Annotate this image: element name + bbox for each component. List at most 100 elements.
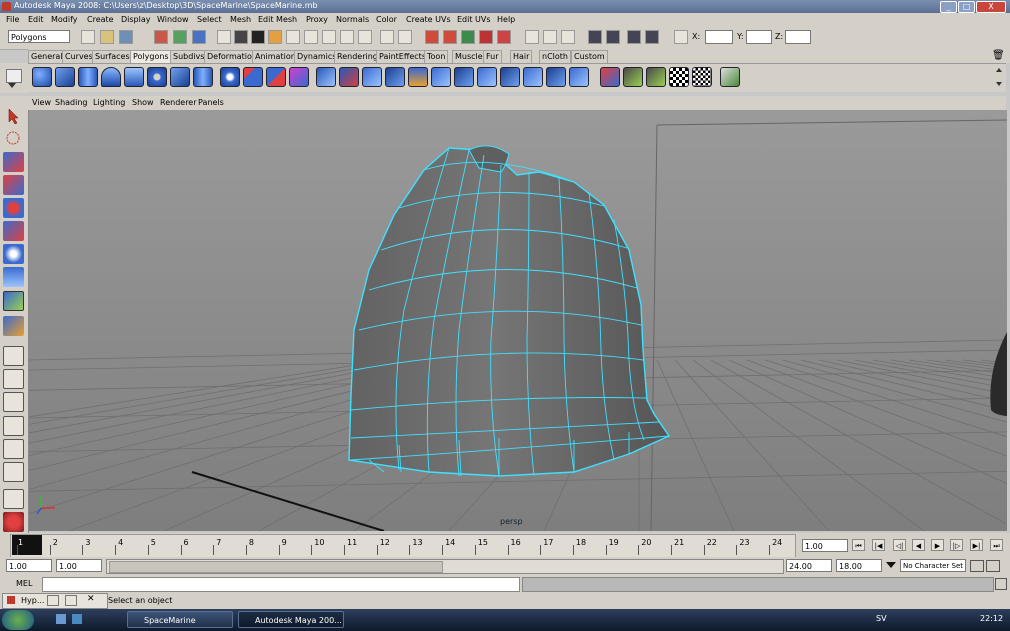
select-hierarchy-icon[interactable] bbox=[154, 30, 168, 44]
system-tray-icons[interactable] bbox=[896, 614, 966, 626]
current-frame-field[interactable]: 1.00 bbox=[802, 539, 848, 552]
channel-box-icon[interactable] bbox=[976, 30, 990, 44]
smooth-icon[interactable] bbox=[289, 67, 309, 87]
panel-menu-show[interactable]: Show bbox=[132, 98, 154, 107]
tab-dynamics[interactable]: Dynamics bbox=[294, 50, 340, 64]
extrude-icon[interactable] bbox=[316, 67, 336, 87]
menu-file[interactable]: File bbox=[6, 15, 19, 24]
playback-end-field[interactable]: 24.00 bbox=[786, 559, 832, 572]
shelf-scroll-down-icon[interactable] bbox=[996, 82, 1002, 86]
append-polygon-icon[interactable] bbox=[362, 67, 382, 87]
bevel-icon[interactable] bbox=[454, 67, 474, 87]
minimize-button[interactable]: _ bbox=[940, 1, 957, 13]
tab-custom[interactable]: Custom bbox=[571, 50, 608, 64]
automatic-mapping-icon[interactable] bbox=[692, 67, 712, 87]
render-icon[interactable] bbox=[398, 30, 412, 44]
cylindrical-mapping-icon[interactable] bbox=[646, 67, 666, 87]
animation-end-field[interactable]: 18.00 bbox=[836, 559, 882, 572]
question-icon[interactable] bbox=[358, 30, 372, 44]
panel-menu-renderer[interactable]: Renderer bbox=[160, 98, 197, 107]
render-globals-icon[interactable] bbox=[645, 30, 659, 44]
mirror-geometry-icon[interactable] bbox=[569, 67, 589, 87]
x-field[interactable] bbox=[705, 30, 733, 44]
tab-animation[interactable]: Animation bbox=[252, 50, 299, 64]
step-forward-frame-icon[interactable]: |▷ bbox=[950, 539, 963, 551]
shelf-menu-control[interactable] bbox=[0, 63, 28, 93]
restore-icon[interactable] bbox=[47, 595, 59, 606]
hypershade-persp-layout-icon[interactable] bbox=[3, 439, 24, 459]
tab-rendering[interactable]: Rendering bbox=[334, 50, 381, 64]
last-tool-icon[interactable] bbox=[3, 316, 24, 336]
poly-plane-icon[interactable] bbox=[124, 67, 144, 87]
render-current-frame-icon[interactable] bbox=[588, 30, 602, 44]
script-editor-icon[interactable] bbox=[995, 578, 1007, 590]
menu-proxy[interactable]: Proxy bbox=[306, 15, 328, 24]
insert-edge-loop-icon[interactable] bbox=[408, 67, 428, 87]
save-scene-icon[interactable] bbox=[119, 30, 133, 44]
close-button[interactable]: X bbox=[976, 1, 1006, 13]
hypershade-icon[interactable] bbox=[461, 30, 475, 44]
persp-graph-layout-icon[interactable] bbox=[3, 416, 24, 436]
shelf-trash-icon[interactable]: 🗑 bbox=[992, 50, 1005, 61]
show-manipulator-icon[interactable] bbox=[3, 291, 24, 311]
sculpt-geometry-icon[interactable] bbox=[600, 67, 620, 87]
panel-menu-lighting[interactable]: Lighting bbox=[93, 98, 125, 107]
range-slider-handle[interactable] bbox=[109, 561, 443, 573]
spherical-mapping-icon[interactable] bbox=[669, 67, 689, 87]
four-view-layout-icon[interactable] bbox=[3, 369, 24, 389]
perspective-viewport[interactable]: persp bbox=[29, 110, 1007, 531]
soft-modification-icon[interactable] bbox=[3, 267, 24, 287]
range-dropdown-icon[interactable] bbox=[886, 562, 896, 568]
menuset-dropdown[interactable]: Polygons bbox=[8, 30, 70, 43]
select-component-icon[interactable] bbox=[192, 30, 206, 44]
poly-soccer-ball-icon[interactable] bbox=[220, 67, 240, 87]
panel-menu-shading[interactable]: Shading bbox=[55, 98, 88, 107]
poly-cone-icon[interactable] bbox=[101, 67, 121, 87]
persp-graph-hypergraph-layout-icon[interactable] bbox=[3, 462, 24, 482]
split-polygon-icon[interactable] bbox=[385, 67, 405, 87]
uv-texture-editor-icon[interactable] bbox=[720, 67, 740, 87]
move-tool-icon[interactable] bbox=[3, 175, 24, 195]
panel-menu-view[interactable]: View bbox=[32, 98, 51, 107]
command-input[interactable] bbox=[42, 577, 520, 592]
tab-surfaces[interactable]: Surfaces bbox=[92, 50, 133, 64]
poly-pipe-icon[interactable] bbox=[193, 67, 213, 87]
quadrangulate-icon[interactable] bbox=[500, 67, 520, 87]
go-to-start-icon[interactable]: ⏮ bbox=[852, 539, 865, 551]
tab-hair[interactable]: Hair bbox=[510, 50, 533, 64]
step-forward-key-icon[interactable]: ▶| bbox=[970, 539, 983, 551]
range-slider-track[interactable] bbox=[106, 559, 784, 574]
play-backwards-icon[interactable]: ◀ bbox=[912, 539, 925, 551]
hypershade-minimized-window[interactable]: Hyp... ✕ bbox=[2, 593, 108, 609]
tab-subdivs[interactable]: Subdivs bbox=[170, 50, 208, 64]
show-desktop-icon[interactable] bbox=[56, 614, 66, 624]
tab-painteffects[interactable]: PaintEffects bbox=[376, 50, 429, 64]
menu-help[interactable]: Help bbox=[497, 15, 515, 24]
auto-key-icon[interactable] bbox=[970, 560, 984, 572]
new-scene-icon[interactable] bbox=[81, 30, 95, 44]
plus-icon[interactable] bbox=[340, 30, 354, 44]
lock-icon[interactable] bbox=[380, 30, 394, 44]
soft-select-icon[interactable] bbox=[561, 30, 575, 44]
reduce-icon[interactable] bbox=[523, 67, 543, 87]
make-live-icon[interactable] bbox=[286, 30, 300, 44]
menu-edit[interactable]: Edit bbox=[28, 15, 44, 24]
character-set-dropdown[interactable]: No Character Set bbox=[900, 559, 966, 572]
tab-muscle[interactable]: Muscle bbox=[452, 50, 486, 64]
maximize-button[interactable]: □ bbox=[958, 1, 975, 13]
render-settings-icon[interactable] bbox=[443, 30, 457, 44]
switch-windows-icon[interactable] bbox=[72, 614, 82, 624]
menu-modify[interactable]: Modify bbox=[51, 15, 78, 24]
play-forwards-icon[interactable]: ▶ bbox=[931, 539, 944, 551]
batch-render-icon[interactable] bbox=[627, 30, 641, 44]
paint-select-tool-icon[interactable] bbox=[3, 152, 24, 172]
taskbar-item-spacemarine[interactable]: SpaceMarine bbox=[127, 611, 233, 628]
go-to-end-icon[interactable]: ⏭ bbox=[990, 539, 1003, 551]
single-perspective-layout-icon[interactable] bbox=[3, 346, 24, 366]
animation-start-field[interactable]: 1.00 bbox=[6, 559, 52, 572]
menu-edit-uvs[interactable]: Edit UVs bbox=[457, 15, 491, 24]
render-view-icon[interactable] bbox=[479, 30, 493, 44]
language-indicator[interactable]: SV bbox=[876, 614, 887, 623]
separate-icon[interactable] bbox=[266, 67, 286, 87]
construction-icon[interactable] bbox=[322, 30, 336, 44]
